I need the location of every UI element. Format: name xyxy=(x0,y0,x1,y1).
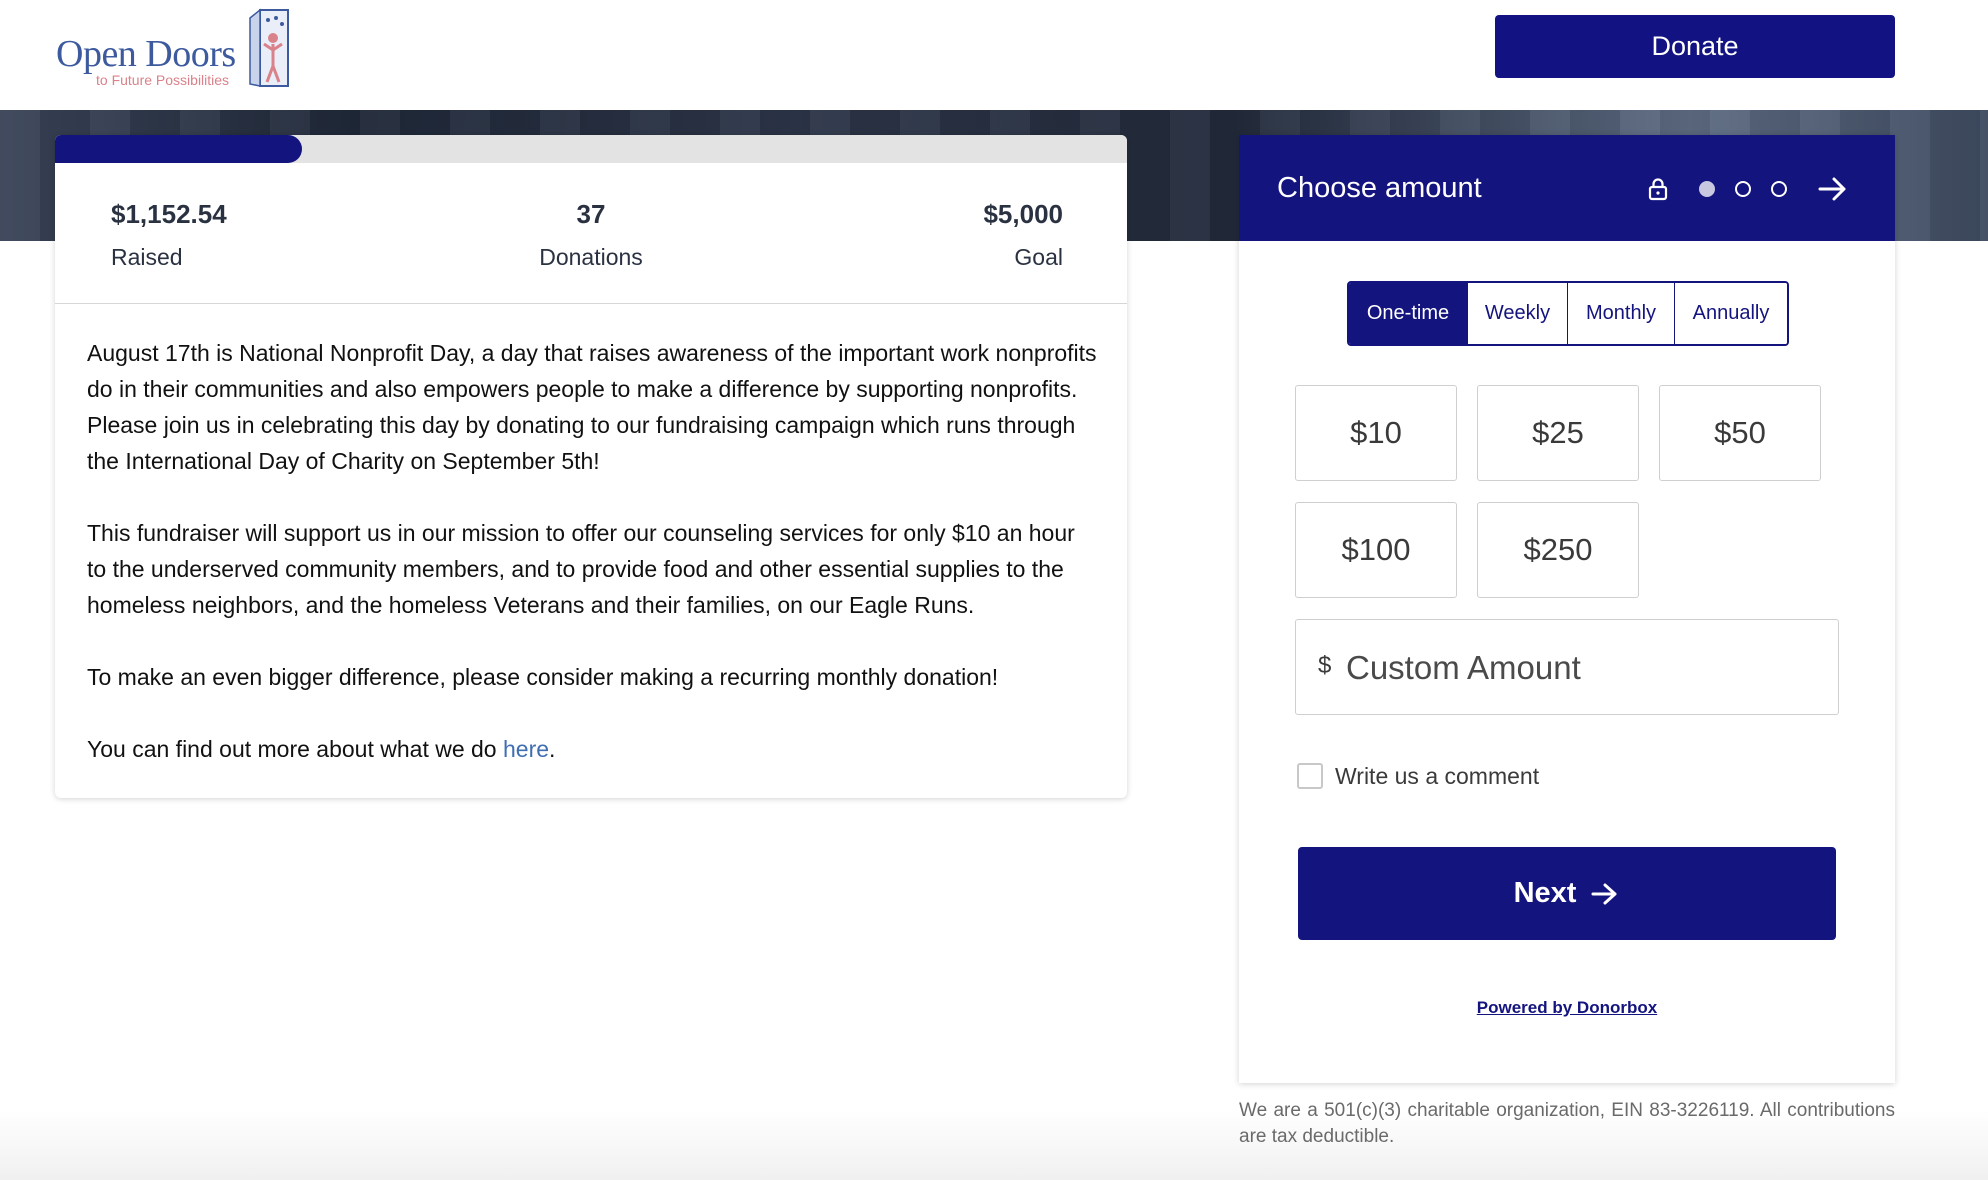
comment-checkbox[interactable] xyxy=(1297,763,1323,789)
donation-form: Choose amount One-time Weekly Monthly An… xyxy=(1239,135,1895,1083)
frequency-tabs: One-time Weekly Monthly Annually xyxy=(1347,281,1789,346)
goal-label: Goal xyxy=(1014,244,1063,270)
campaign-description: August 17th is National Nonprofit Day, a… xyxy=(87,335,1097,798)
divider xyxy=(55,303,1127,304)
goal-amount: $5,000 xyxy=(983,199,1063,229)
progress-fill xyxy=(55,135,302,163)
comment-option[interactable]: Write us a comment xyxy=(1297,761,1539,791)
description-paragraph: August 17th is National Nonprofit Day, a… xyxy=(87,340,1097,474)
campaign-card: $1,152.54 Raised 37 Donations $5,000 Goa… xyxy=(55,135,1127,798)
arrow-right-icon xyxy=(1591,883,1617,904)
amount-option-50[interactable]: $50 xyxy=(1659,385,1821,481)
form-header: Choose amount xyxy=(1239,135,1895,241)
progress-bar xyxy=(55,135,1127,163)
custom-amount-field: $ xyxy=(1295,619,1839,715)
tab-one-time[interactable]: One-time xyxy=(1349,283,1467,344)
donations-stat: 37 Donations xyxy=(451,199,731,271)
logo[interactable]: Open Doors to Future Possibilities xyxy=(56,4,296,90)
donate-button[interactable]: Donate xyxy=(1495,15,1895,78)
amount-option-25[interactable]: $25 xyxy=(1477,385,1639,481)
logo-name: Open Doors xyxy=(56,33,236,75)
tab-weekly[interactable]: Weekly xyxy=(1467,283,1567,344)
step-dot-icon xyxy=(1735,181,1751,197)
logo-tagline: to Future Possibilities xyxy=(96,72,230,88)
step-dot-icon xyxy=(1771,181,1787,197)
description-paragraph: This fundraiser will support us in our m… xyxy=(87,520,1075,618)
more-info-period: . xyxy=(549,736,556,762)
next-button[interactable]: Next xyxy=(1298,847,1836,940)
door-figure-icon xyxy=(249,8,289,87)
form-title: Choose amount xyxy=(1277,172,1482,204)
donations-count: 37 xyxy=(576,199,606,229)
form-header-controls xyxy=(1647,173,1867,203)
currency-symbol: $ xyxy=(1318,652,1332,679)
arrow-right-icon[interactable] xyxy=(1817,175,1849,203)
lock-icon xyxy=(1648,178,1668,201)
raised-stat: $1,152.54 Raised xyxy=(111,199,227,271)
next-label: Next xyxy=(1513,877,1577,909)
raised-amount: $1,152.54 xyxy=(111,199,227,229)
amount-option-10[interactable]: $10 xyxy=(1295,385,1457,481)
powered-by-link[interactable]: Powered by Donorbox xyxy=(1239,998,1895,1018)
goal-stat: $5,000 Goal xyxy=(983,199,1063,271)
tab-monthly[interactable]: Monthly xyxy=(1567,283,1674,344)
tab-annually[interactable]: Annually xyxy=(1674,283,1787,344)
top-bar: Open Doors to Future Possibilities Donat… xyxy=(0,0,1988,110)
donations-label: Donations xyxy=(539,244,643,270)
comment-label: Write us a comment xyxy=(1335,762,1540,789)
more-info-text: You can find out more about what we do xyxy=(87,736,503,762)
description-paragraph: To make an even bigger difference, pleas… xyxy=(87,664,999,690)
amount-option-250[interactable]: $250 xyxy=(1477,502,1639,598)
tax-footnote: We are a 501(c)(3) charitable organizati… xyxy=(1239,1100,1895,1147)
amount-option-100[interactable]: $100 xyxy=(1295,502,1457,598)
raised-label: Raised xyxy=(111,244,183,270)
custom-amount-input[interactable] xyxy=(1344,640,1828,696)
here-link[interactable]: here xyxy=(503,736,549,762)
step-dot-icon xyxy=(1699,181,1715,197)
more-info-line: You can find out more about what we do h… xyxy=(87,731,1097,767)
